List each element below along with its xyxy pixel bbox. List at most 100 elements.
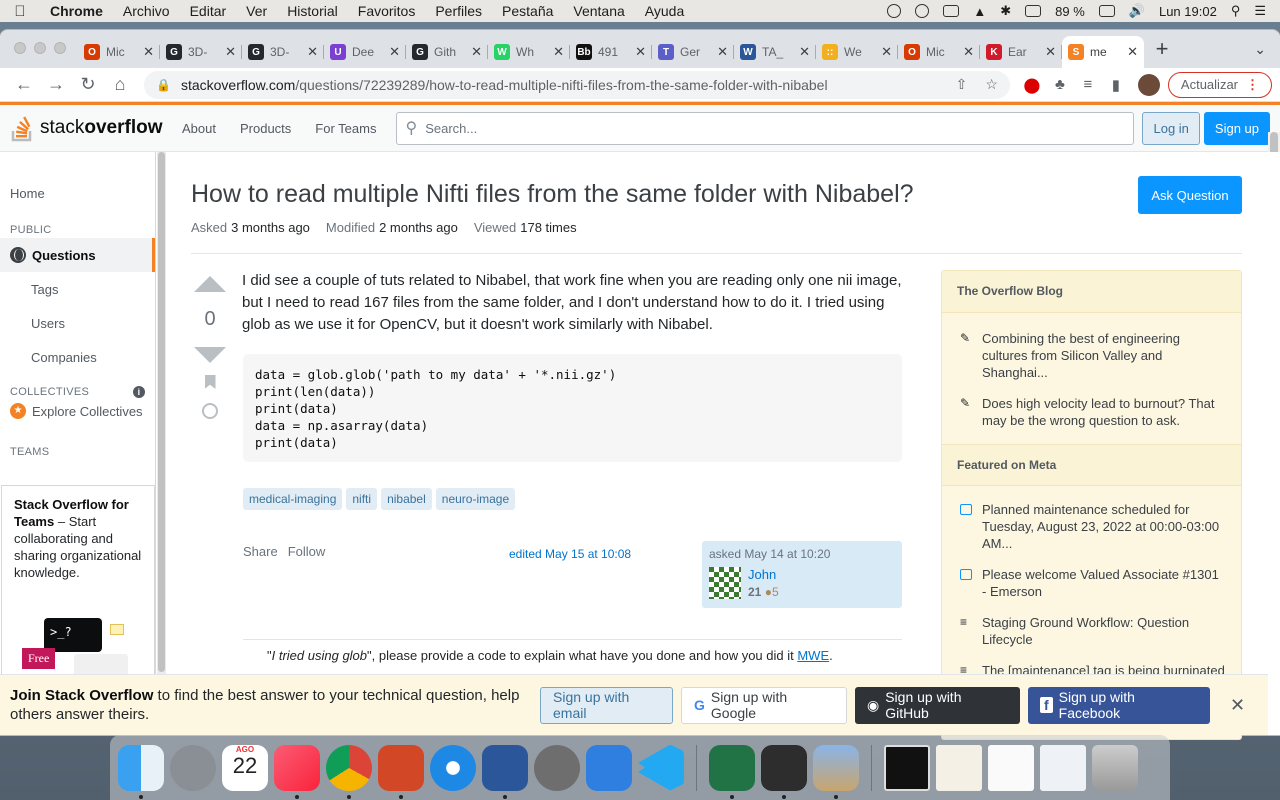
- reading-list-icon[interactable]: ≡: [1074, 76, 1102, 93]
- signup-google-button[interactable]: G Sign up with Google: [681, 686, 847, 724]
- browser-tab[interactable]: W TA_ ✕: [734, 36, 816, 68]
- browser-tab[interactable]: :: We ✕: [816, 36, 898, 68]
- blog-item[interactable]: ✎ Does high velocity lead to burnout? Tha…: [942, 388, 1241, 436]
- browser-tab[interactable]: U Dee ✕: [324, 36, 406, 68]
- nav-for-teams[interactable]: For Teams: [303, 115, 388, 142]
- battery-icon[interactable]: [1098, 5, 1115, 17]
- sidebar-item-home[interactable]: Home: [0, 176, 155, 210]
- powerpoint-icon[interactable]: [378, 744, 424, 799]
- close-icon[interactable]: ✕: [1230, 695, 1245, 716]
- ask-question-button[interactable]: Ask Question: [1138, 176, 1242, 214]
- excel-icon[interactable]: [709, 744, 755, 799]
- browser-tab[interactable]: O Mic ✕: [898, 36, 980, 68]
- status-icon[interactable]: [887, 4, 902, 18]
- instruments-icon[interactable]: [586, 744, 632, 791]
- downvote-arrow-icon[interactable]: [194, 347, 226, 363]
- bookmark-star-icon[interactable]: ☆: [985, 76, 998, 93]
- sidebar-item-explore-collectives[interactable]: ★ Explore Collectives: [0, 398, 155, 424]
- reload-icon[interactable]: ↻: [72, 74, 104, 95]
- avatar[interactable]: [709, 567, 741, 599]
- history-icon[interactable]: [202, 403, 218, 419]
- tag-medical-imaging[interactable]: medical-imaging: [243, 488, 343, 510]
- bluetooth-icon[interactable]: ✱: [1000, 3, 1011, 19]
- tab-close-icon[interactable]: ✕: [389, 44, 400, 60]
- browser-tab[interactable]: W Wh ✕: [488, 36, 570, 68]
- vscode-icon[interactable]: [638, 744, 684, 791]
- tag-nibabel[interactable]: nibabel: [381, 488, 432, 510]
- nav-about[interactable]: About: [170, 115, 228, 142]
- browser-tab[interactable]: G Gith ✕: [406, 36, 488, 68]
- info-icon[interactable]: i: [133, 386, 145, 398]
- finder-icon[interactable]: [118, 744, 164, 799]
- spotlight-icon[interactable]: ⚲: [1231, 3, 1241, 19]
- opera-extension-icon[interactable]: ⬤: [1018, 76, 1046, 94]
- tab-search-chevron-icon[interactable]: ⌄: [1254, 41, 1280, 68]
- launchpad-icon[interactable]: [170, 744, 216, 791]
- meta-item[interactable]: ≡ Staging Ground Workflow: Question Lifec…: [942, 607, 1241, 655]
- tab-close-icon[interactable]: ✕: [471, 44, 482, 60]
- menu-editar[interactable]: Editar: [180, 3, 237, 19]
- tab-close-icon[interactable]: ✕: [717, 44, 728, 60]
- music-icon[interactable]: [274, 744, 320, 799]
- tab-close-icon[interactable]: ✕: [881, 44, 892, 60]
- volume-icon[interactable]: 🔊: [1129, 3, 1145, 19]
- terminal-icon[interactable]: [761, 744, 807, 799]
- menu-ventana[interactable]: Ventana: [563, 3, 634, 19]
- lock-icon[interactable]: 🔒: [156, 78, 171, 92]
- sidebar-item-questions[interactable]: Questions: [0, 238, 155, 272]
- follow-link[interactable]: Follow: [288, 544, 326, 559]
- tab-close-icon[interactable]: ✕: [1127, 44, 1138, 60]
- preview-icon[interactable]: [813, 744, 859, 799]
- recent-window-thumbnail[interactable]: [1040, 744, 1086, 791]
- browser-tab[interactable]: G 3D- ✕: [160, 36, 242, 68]
- edited-link[interactable]: edited May 15 at 10:08: [509, 547, 631, 561]
- share-icon[interactable]: ⇧: [956, 76, 968, 93]
- word-icon[interactable]: [482, 744, 528, 799]
- left-sidebar-scrollbar-thumb[interactable]: [158, 152, 165, 672]
- browser-tab[interactable]: K Ear ✕: [980, 36, 1062, 68]
- browser-tab[interactable]: O Mic ✕: [78, 36, 160, 68]
- recent-window-thumbnail[interactable]: [884, 744, 930, 791]
- signup-facebook-button[interactable]: f Sign up with Facebook: [1028, 686, 1210, 724]
- recent-window-thumbnail[interactable]: [936, 744, 982, 791]
- sidebar-item-users[interactable]: Users: [0, 306, 155, 340]
- asked-value[interactable]: 3 months ago: [231, 220, 310, 235]
- upvote-arrow-icon[interactable]: [194, 276, 226, 292]
- recent-window-thumbnail[interactable]: [988, 744, 1034, 791]
- share-link[interactable]: Share: [243, 544, 278, 559]
- so-logo[interactable]: stack overflow: [10, 113, 170, 143]
- battery-percent[interactable]: 89 %: [1055, 4, 1085, 19]
- signup-email-button[interactable]: Sign up with email: [540, 686, 673, 724]
- tab-close-icon[interactable]: ✕: [635, 44, 646, 60]
- back-arrow-icon[interactable]: ←: [8, 74, 40, 95]
- menu-favoritos[interactable]: Favoritos: [348, 3, 426, 19]
- login-button[interactable]: Log in: [1142, 111, 1200, 145]
- menu-pestana[interactable]: Pestaña: [492, 3, 563, 19]
- clock[interactable]: Lun 19:02: [1159, 4, 1217, 19]
- profile-avatar[interactable]: [1137, 73, 1160, 96]
- meta-item[interactable]: Planned maintenance scheduled for Tuesda…: [942, 494, 1241, 559]
- modified-value[interactable]: 2 months ago: [379, 220, 458, 235]
- tab-close-icon[interactable]: ✕: [799, 44, 810, 60]
- home-icon[interactable]: ⌂: [104, 74, 136, 95]
- airplay-icon[interactable]: [943, 5, 960, 17]
- so-search-input[interactable]: ⚲ Search...: [396, 111, 1135, 145]
- tab-close-icon[interactable]: ✕: [963, 44, 974, 60]
- menu-ayuda[interactable]: Ayuda: [635, 3, 694, 19]
- side-panel-icon[interactable]: ▮: [1102, 76, 1130, 94]
- apple-menu-icon[interactable]: : [0, 3, 40, 20]
- menu-archivo[interactable]: Archivo: [113, 3, 180, 19]
- comment-mwe-link[interactable]: MWE: [797, 648, 829, 663]
- sync-icon[interactable]: [915, 4, 930, 18]
- extensions-puzzle-icon[interactable]: ♣: [1046, 76, 1074, 93]
- system-preferences-icon[interactable]: [534, 744, 580, 791]
- tab-close-icon[interactable]: ✕: [307, 44, 318, 60]
- menu-perfiles[interactable]: Perfiles: [425, 3, 492, 19]
- keyboard-icon[interactable]: [1025, 5, 1042, 17]
- signup-button[interactable]: Sign up: [1203, 111, 1270, 145]
- safari-icon[interactable]: [430, 744, 476, 791]
- signup-github-button[interactable]: ◉ Sign up with GitHub: [855, 686, 1020, 724]
- new-tab-button[interactable]: +: [1144, 36, 1180, 68]
- question-title[interactable]: How to read multiple Nifti files from th…: [191, 180, 1121, 209]
- chrome-icon[interactable]: [326, 744, 372, 799]
